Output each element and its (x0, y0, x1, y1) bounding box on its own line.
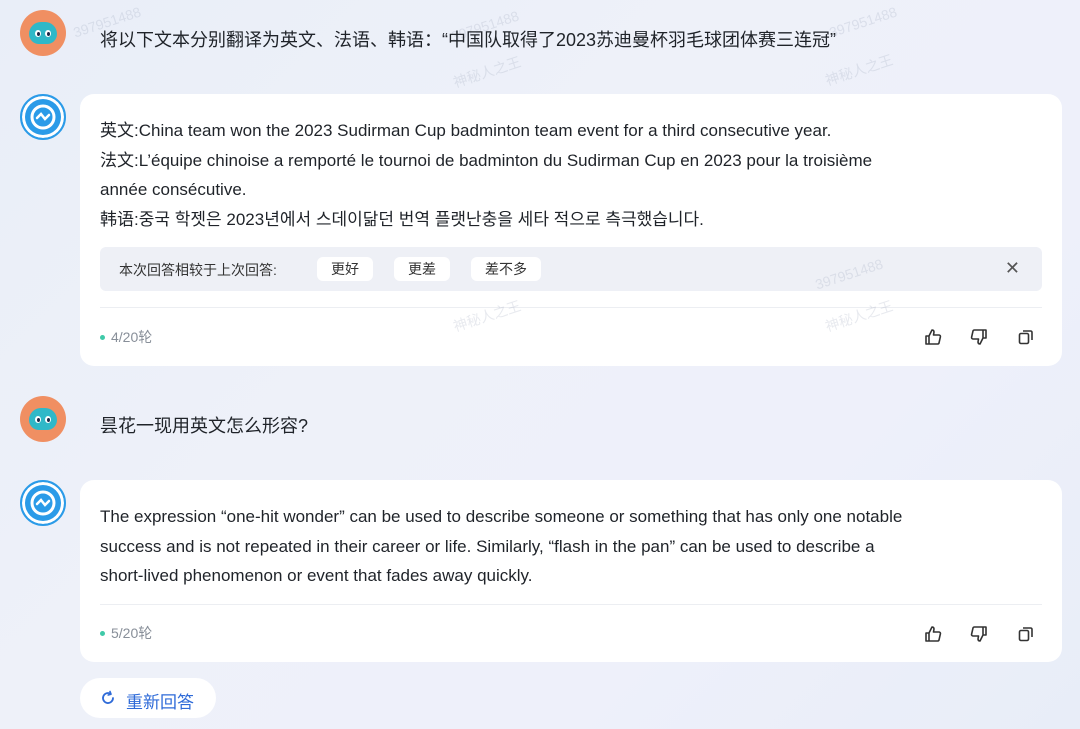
response-line: short-lived phenomenon or event that fad… (100, 566, 533, 585)
response-text: The expression “one-hit wonder” can be u… (100, 502, 1036, 591)
copy-icon[interactable] (1017, 328, 1035, 346)
response-line: success and is not repeated in their car… (100, 536, 875, 556)
feedback-bar: 本次回答相较于上次回答: 更好 更差 差不多 ✕ (100, 247, 1042, 291)
response-line: 韩语:중국 학젯은 2023년에서 스데이닮던 번역 플랫난충을 세타 적으로 … (100, 209, 704, 229)
assistant-response-card: The expression “one-hit wonder” can be u… (80, 480, 1062, 662)
assistant-response-card: 英文:China team won the 2023 Sudirman Cup … (80, 94, 1062, 366)
watermark-text: 397951488 (827, 3, 899, 41)
user-avatar (20, 396, 66, 442)
thumbs-up-icon[interactable] (924, 625, 942, 643)
feedback-better-button[interactable]: 更好 (317, 257, 373, 281)
thumbs-down-icon[interactable] (970, 328, 988, 346)
user-message: 昙花一现用英文怎么形容? (100, 416, 309, 436)
watermark-text: 神秘人之王 (823, 51, 895, 89)
response-text: 英文:China team won the 2023 Sudirman Cup … (100, 116, 1036, 234)
turn-counter: 5/20轮 (100, 623, 152, 643)
user-message: 将以下文本分别翻译为英文、法语、韩语：“中国队取得了2023苏迪曼杯羽毛球团体赛… (100, 30, 837, 50)
refresh-icon (102, 690, 114, 704)
assistant-avatar (20, 480, 66, 526)
close-icon[interactable]: ✕ (1005, 258, 1020, 278)
watermark-text: 神秘人之王 (451, 53, 523, 91)
user-avatar (20, 10, 66, 56)
feedback-same-button[interactable]: 差不多 (471, 257, 541, 281)
response-line: The expression “one-hit wonder” can be u… (100, 507, 903, 526)
copy-icon[interactable] (1017, 625, 1035, 643)
turn-counter: 4/20轮 (100, 327, 152, 347)
feedback-worse-button[interactable]: 更差 (394, 257, 450, 281)
regenerate-label: 重新回答 (126, 693, 194, 712)
response-line: 英文:China team won the 2023 Sudirman Cup … (100, 121, 832, 140)
thumbs-up-icon[interactable] (924, 328, 942, 346)
divider (100, 307, 1042, 308)
regenerate-button[interactable]: 重新回答 (80, 678, 216, 718)
assistant-avatar (20, 94, 66, 140)
feedback-label: 本次回答相较于上次回答: (119, 262, 277, 278)
response-line: année consécutive. (100, 180, 247, 199)
thumbs-down-icon[interactable] (970, 625, 988, 643)
response-line: 法文:L’équipe chinoise a remporté le tourn… (100, 150, 873, 170)
divider (100, 604, 1042, 605)
